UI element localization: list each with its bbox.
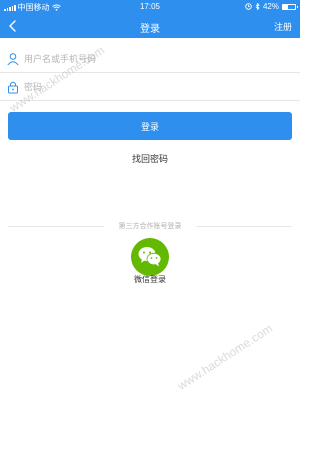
register-link[interactable]: 注册 xyxy=(274,20,292,33)
battery-percent: 42% xyxy=(262,2,279,11)
lock-icon xyxy=(8,81,18,93)
bluetooth-icon xyxy=(255,3,260,10)
user-icon xyxy=(7,52,19,65)
third-party-title-text: 第三方合作账号登录 xyxy=(115,223,185,230)
status-right: 42% xyxy=(245,2,298,11)
watermark: www.hackhome.com xyxy=(175,321,275,393)
battery-level xyxy=(283,4,289,9)
wechat-icon xyxy=(138,247,162,267)
recover-password-link[interactable]: 找回密码 xyxy=(0,152,300,165)
wechat-login-button[interactable] xyxy=(131,238,169,276)
battery-icon xyxy=(282,3,298,10)
login-button[interactable]: 登录 xyxy=(8,112,292,140)
alarm-icon xyxy=(245,3,252,10)
username-input[interactable] xyxy=(24,53,224,64)
third-party-title: 第三方合作账号登录 xyxy=(0,221,300,231)
username-row xyxy=(0,45,300,73)
status-bar: 中国移动 17:05 42% xyxy=(0,0,300,14)
wechat-login-label[interactable]: 微信登录 xyxy=(0,274,300,285)
nav-bar: 登录 注册 xyxy=(0,14,300,38)
page-title: 登录 xyxy=(140,24,160,35)
